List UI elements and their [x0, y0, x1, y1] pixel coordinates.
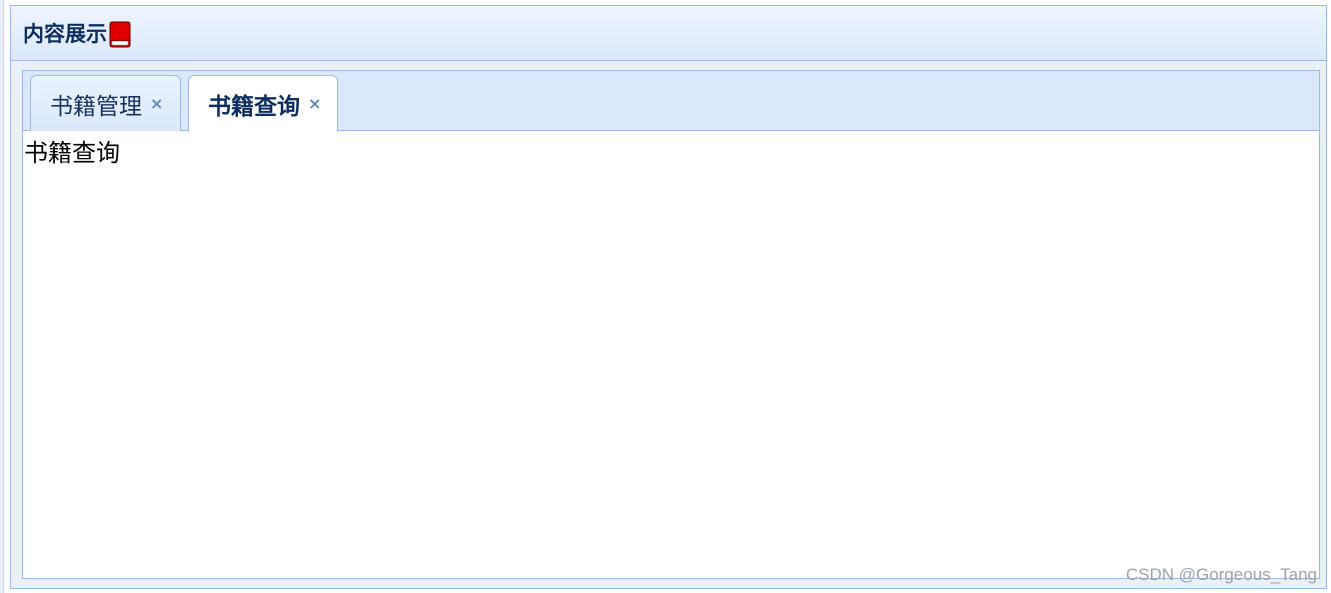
panel-title: 内容展示 — [23, 22, 107, 46]
watermark: CSDN @Gorgeous_Tang — [1125, 565, 1317, 584]
close-icon[interactable]: × — [308, 96, 321, 112]
tab-label: 书籍查询 — [208, 94, 300, 120]
tab-content-area: 书籍查询 — [23, 131, 1319, 578]
tab-label: 书籍管理 — [50, 93, 142, 120]
content-text: 书籍查询 — [24, 139, 120, 167]
tab-panel: 书籍管理 × 书籍查询 × 书籍查询 — [22, 70, 1320, 579]
tab-strip: 书籍管理 × 书籍查询 × — [23, 71, 1319, 132]
panel-header: 内容展示 — [11, 6, 1326, 61]
book-icon — [109, 21, 131, 48]
content-panel: 内容展示 书籍管理 × 书籍查询 × 书籍查询 — [10, 5, 1327, 589]
tab-book-management[interactable]: 书籍管理 × — [30, 75, 181, 131]
close-icon[interactable]: × — [150, 95, 163, 112]
tab-book-query[interactable]: 书籍查询 × — [188, 75, 338, 132]
left-edge-strip — [0, 0, 4, 593]
